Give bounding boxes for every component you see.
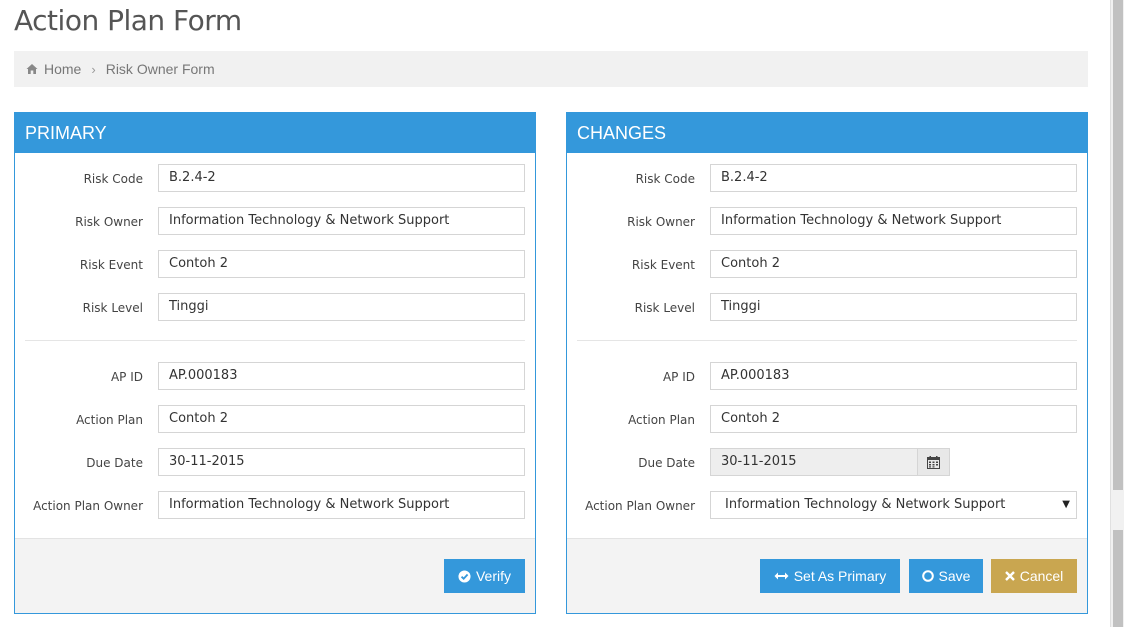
breadcrumb-current: Risk Owner Form (105, 61, 215, 77)
scrollbar-thumb-lower[interactable] (1113, 530, 1123, 627)
save-button[interactable]: Save (909, 559, 983, 593)
home-icon (26, 64, 38, 74)
page-title: Action Plan Form (14, 4, 242, 37)
primary-panel-footer: Verify (15, 538, 535, 613)
arrows-horizontal-icon (774, 572, 789, 580)
risk-event-label: Risk Event (631, 258, 695, 272)
breadcrumb-home-link[interactable]: Home (44, 61, 81, 77)
ap-owner-label: Action Plan Owner (33, 499, 143, 513)
calendar-icon (927, 455, 940, 469)
primary-risk-owner-field[interactable]: Information Technology & Network Support (158, 207, 525, 235)
calendar-button[interactable] (917, 448, 950, 476)
primary-risk-level-row: Risk Level Tinggi (15, 293, 535, 321)
changes-due-date-row: Due Date 30-11-2015 (567, 448, 1087, 476)
verify-button-label: Verify (475, 568, 511, 584)
primary-due-date-row: Due Date 30-11-2015 (15, 448, 535, 476)
primary-ap-id-row: AP ID AP.000183 (15, 362, 535, 390)
ap-id-label: AP ID (662, 370, 695, 384)
risk-owner-label: Risk Owner (75, 215, 143, 229)
primary-panel: PRIMARY Risk Code B.2.4-2 Risk Owner Inf… (14, 112, 536, 614)
cancel-button-label: Cancel (1019, 568, 1064, 584)
risk-owner-label: Risk Owner (627, 215, 695, 229)
changes-ap-owner-select[interactable]: Information Technology & Network Support… (710, 491, 1077, 519)
primary-panel-heading: PRIMARY (15, 113, 535, 153)
save-button-label: Save (938, 568, 971, 584)
action-plan-label: Action Plan (76, 413, 143, 427)
changes-panel-footer: Set As Primary Save Cancel (567, 538, 1087, 613)
primary-action-plan-field[interactable]: Contoh 2 (158, 405, 525, 433)
dropdown-arrow-icon: ▼ (1062, 499, 1070, 510)
ap-id-label: AP ID (110, 370, 143, 384)
changes-ap-id-field[interactable]: AP.000183 (710, 362, 1077, 390)
vertical-scrollbar[interactable] (1110, 0, 1124, 627)
risk-level-label: Risk Level (82, 301, 143, 315)
changes-due-date-field[interactable]: 30-11-2015 (710, 448, 917, 476)
primary-ap-id-field[interactable]: AP.000183 (158, 362, 525, 390)
section-divider (577, 340, 1077, 341)
changes-due-date-picker: 30-11-2015 (710, 448, 950, 476)
chevron-right-icon: › (91, 61, 96, 77)
section-divider (25, 340, 525, 341)
changes-panel: CHANGES Risk Code B.2.4-2 Risk Owner Inf… (566, 112, 1088, 614)
ap-owner-label: Action Plan Owner (585, 499, 695, 513)
ap-owner-selected-value: Information Technology & Network Support (725, 497, 1006, 512)
check-circle-icon (458, 569, 471, 583)
circle-outline-icon (921, 570, 934, 582)
changes-risk-event-field[interactable]: Contoh 2 (710, 250, 1077, 278)
risk-level-label: Risk Level (634, 301, 695, 315)
risk-event-label: Risk Event (79, 258, 143, 272)
primary-ap-owner-field[interactable]: Information Technology & Network Support (158, 491, 525, 519)
due-date-label: Due Date (86, 456, 143, 470)
verify-button[interactable]: Verify (444, 559, 525, 593)
changes-panel-heading: CHANGES (567, 113, 1087, 153)
primary-due-date-field[interactable]: 30-11-2015 (158, 448, 525, 476)
changes-risk-level-field[interactable]: Tinggi (710, 293, 1077, 321)
due-date-label: Due Date (638, 456, 695, 470)
changes-ap-owner-row: Action Plan Owner Information Technology… (567, 491, 1087, 519)
changes-risk-code-field[interactable]: B.2.4-2 (710, 164, 1077, 192)
primary-ap-owner-row: Action Plan Owner Information Technology… (15, 491, 535, 519)
primary-risk-event-field[interactable]: Contoh 2 (158, 250, 525, 278)
changes-action-plan-row: Action Plan Contoh 2 (567, 405, 1087, 433)
risk-code-label: Risk Code (83, 172, 143, 186)
changes-risk-level-row: Risk Level Tinggi (567, 293, 1087, 321)
primary-risk-code-row: Risk Code B.2.4-2 (15, 164, 535, 192)
set-as-primary-label: Set As Primary (793, 568, 887, 584)
primary-risk-event-row: Risk Event Contoh 2 (15, 250, 535, 278)
changes-risk-owner-field[interactable]: Information Technology & Network Support (710, 207, 1077, 235)
set-as-primary-button[interactable]: Set As Primary (760, 559, 900, 593)
primary-action-plan-row: Action Plan Contoh 2 (15, 405, 535, 433)
scrollbar-thumb[interactable] (1113, 0, 1123, 490)
changes-ap-id-row: AP ID AP.000183 (567, 362, 1087, 390)
breadcrumb: Home › Risk Owner Form (14, 51, 1088, 87)
changes-risk-code-row: Risk Code B.2.4-2 (567, 164, 1087, 192)
close-icon (1004, 571, 1015, 581)
primary-risk-level-field[interactable]: Tinggi (158, 293, 525, 321)
changes-action-plan-field[interactable]: Contoh 2 (710, 405, 1077, 433)
cancel-button[interactable]: Cancel (991, 559, 1077, 593)
action-plan-label: Action Plan (628, 413, 695, 427)
risk-code-label: Risk Code (635, 172, 695, 186)
changes-risk-event-row: Risk Event Contoh 2 (567, 250, 1087, 278)
primary-risk-owner-row: Risk Owner Information Technology & Netw… (15, 207, 535, 235)
changes-risk-owner-row: Risk Owner Information Technology & Netw… (567, 207, 1087, 235)
primary-risk-code-field[interactable]: B.2.4-2 (158, 164, 525, 192)
